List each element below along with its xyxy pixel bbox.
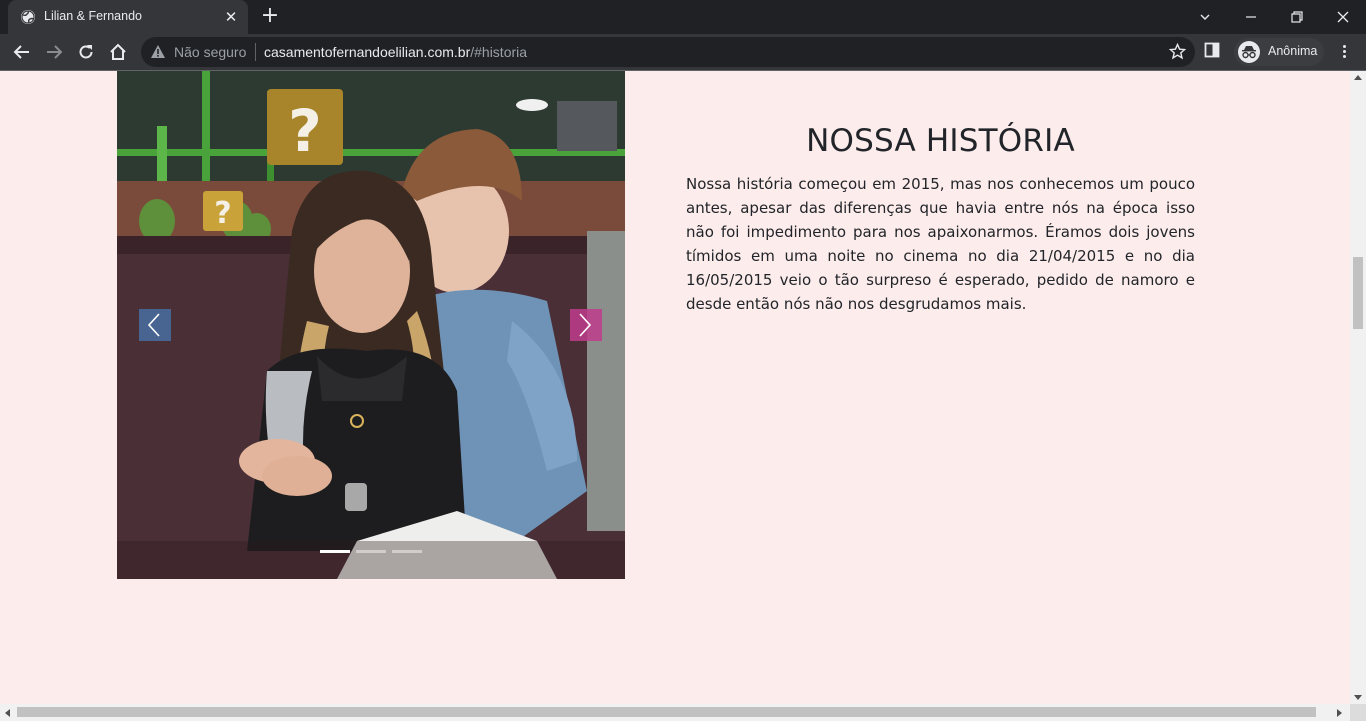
carousel-indicator-2[interactable]	[356, 550, 386, 553]
carousel-indicators	[320, 550, 422, 554]
reload-button[interactable]	[72, 38, 100, 66]
horizontal-scroll-thumb[interactable]	[17, 707, 1316, 717]
scrollbar-corner	[1350, 704, 1366, 721]
scroll-left-icon[interactable]	[5, 709, 10, 717]
svg-text:?: ?	[288, 97, 322, 165]
security-label[interactable]: Não seguro	[174, 44, 246, 60]
divider	[255, 43, 256, 61]
side-panel-icon[interactable]	[1204, 42, 1220, 62]
carousel-indicator-3[interactable]	[392, 550, 422, 553]
carousel-indicator-1[interactable]	[320, 550, 350, 553]
url-path: /#historia	[470, 44, 528, 60]
bookmark-star-icon[interactable]	[1168, 42, 1187, 64]
vertical-scroll-thumb[interactable]	[1353, 257, 1363, 329]
address-bar[interactable]: Não seguro casamentofernandoelilian.com.…	[141, 37, 1195, 67]
photo-carousel: ? ?	[117, 71, 625, 579]
new-tab-button[interactable]: +	[257, 5, 283, 29]
profile-button[interactable]: Anônima	[1234, 38, 1324, 66]
browser-tab[interactable]: Lilian & Fernando ✕	[8, 0, 248, 34]
browser-toolbar: Não seguro casamentofernandoelilian.com.…	[0, 34, 1366, 71]
tab-title: Lilian & Fernando	[44, 9, 142, 23]
tab-search-icon[interactable]	[1182, 0, 1228, 34]
tab-strip: Lilian & Fernando ✕ +	[0, 0, 1366, 34]
story-section: NOSSA HISTÓRIA Nossa história começou em…	[686, 123, 1195, 316]
horizontal-scrollbar[interactable]	[0, 704, 1366, 721]
restore-button[interactable]	[1274, 0, 1320, 34]
couple-photo: ? ?	[117, 71, 625, 579]
scroll-down-icon[interactable]	[1354, 695, 1362, 700]
scroll-right-icon[interactable]	[1337, 709, 1342, 717]
profile-label: Anônima	[1268, 44, 1318, 58]
svg-text:?: ?	[214, 196, 231, 231]
incognito-icon	[1238, 41, 1260, 63]
page-viewport: ? ? NOSSA HISTÓRIA Nossa história começo…	[0, 71, 1350, 704]
scroll-up-icon[interactable]	[1354, 75, 1362, 80]
story-title: NOSSA HISTÓRIA	[806, 123, 1075, 159]
browser-menu-icon[interactable]	[1334, 43, 1354, 63]
chevron-right-icon	[579, 313, 592, 337]
carousel-next-button[interactable]	[570, 309, 602, 341]
url-host: casamentofernandoelilian.com.br	[264, 44, 471, 60]
globe-icon	[21, 10, 35, 24]
close-tab-icon[interactable]: ✕	[222, 8, 240, 26]
vertical-scrollbar[interactable]	[1350, 71, 1366, 704]
chevron-left-icon	[147, 313, 160, 337]
close-window-button[interactable]	[1320, 0, 1366, 34]
story-text: Nossa história começou em 2015, mas nos …	[686, 175, 1195, 313]
home-button[interactable]	[104, 38, 132, 66]
warning-icon[interactable]	[150, 44, 166, 63]
forward-button[interactable]	[40, 38, 68, 66]
minimize-button[interactable]	[1228, 0, 1274, 34]
carousel-prev-button[interactable]	[139, 309, 171, 341]
back-button[interactable]	[8, 38, 36, 66]
url-text[interactable]: casamentofernandoelilian.com.br/#histori…	[264, 44, 527, 60]
